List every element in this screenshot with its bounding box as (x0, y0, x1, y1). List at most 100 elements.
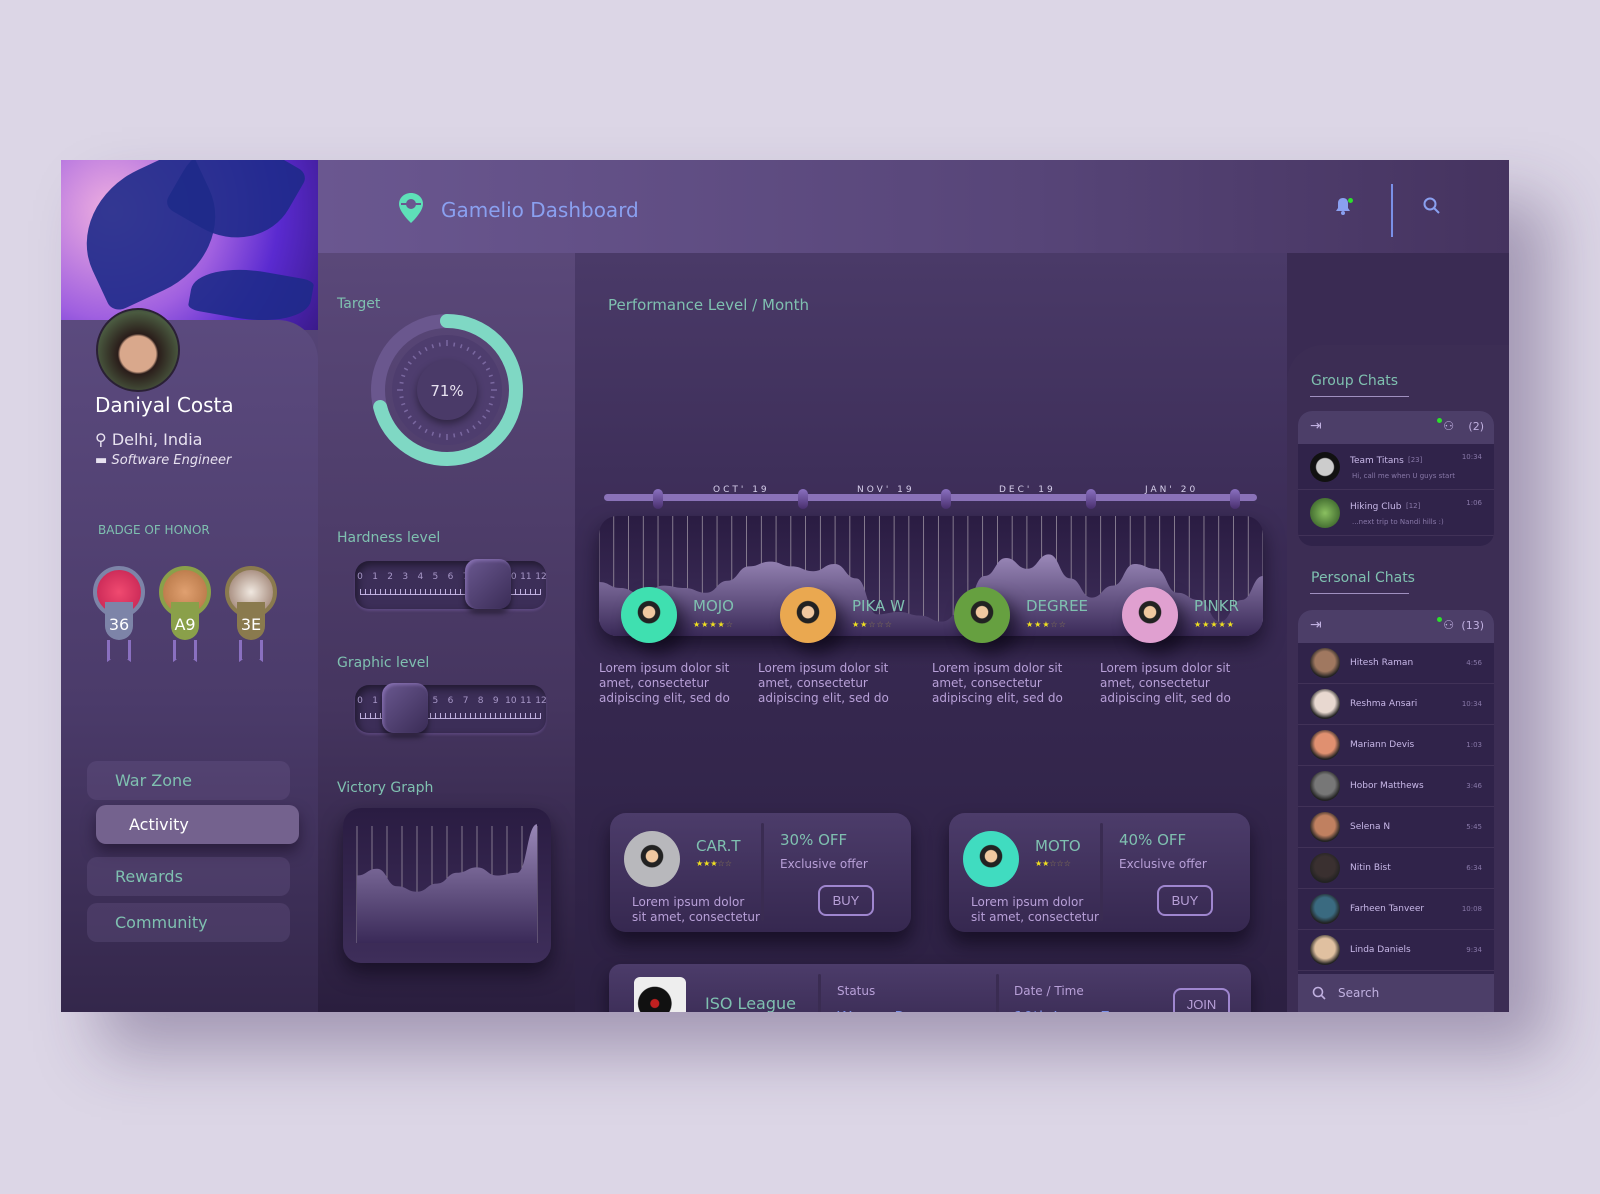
contact-avatar (1310, 935, 1340, 965)
ribbon-icon (173, 640, 197, 662)
group-avatar (1310, 452, 1340, 482)
dial-tick (453, 433, 456, 438)
character-description: Lorem ipsum dolor sit amet, consectetur (632, 895, 760, 924)
nav-item-community[interactable]: Community (87, 903, 290, 942)
personal-chat-item[interactable]: Reshma Ansari 10:34 (1298, 684, 1494, 725)
offer-card: MOTO ★★☆☆☆ Lorem ipsum dolor sit amet, con… (949, 813, 1250, 932)
group-chat-item[interactable]: Team Titans [23] Hi, call me when U guys s… (1298, 444, 1494, 490)
scale-number: 12 (535, 696, 547, 706)
star-icon: ☆ (725, 620, 734, 629)
badge[interactable]: 36 (93, 566, 145, 670)
nav-item-activity[interactable]: Activity (96, 805, 299, 844)
nav-item-war-zone[interactable]: War Zone (87, 761, 290, 800)
buy-button[interactable]: BUY (818, 885, 874, 916)
personal-chat-item[interactable]: Mariann Devis 1:03 (1298, 725, 1494, 766)
contact-name: Selena N (1350, 822, 1391, 832)
personal-chat-item[interactable]: Hitesh Raman 4:56 (1298, 643, 1494, 684)
hardness-slider[interactable]: 0123456789101112 (355, 559, 547, 609)
date-value: 10th Jan : 7am (1014, 1008, 1134, 1012)
timeline-handle[interactable] (1230, 489, 1240, 509)
character-card[interactable]: MOJO ★★★★☆ Lorem ipsum dolor sit amet, con… (599, 587, 781, 717)
contact-name: Hitesh Raman (1350, 658, 1414, 668)
slider-thumb[interactable] (465, 559, 512, 609)
badge[interactable]: A9 (159, 566, 211, 670)
character-description: Lorem ipsum dolor sit amet, consectetur (971, 895, 1099, 924)
group-chat-item[interactable]: Hiking Club [12] ...next trip to Nandi hil… (1298, 490, 1494, 536)
star-icon: ★ (1210, 620, 1219, 629)
group-chats-title: Group Chats (1311, 373, 1399, 389)
group-count: (2) (1468, 420, 1484, 433)
chat-search-input[interactable]: Search (1338, 986, 1379, 1000)
contact-avatar (1310, 812, 1340, 842)
collapse-icon[interactable]: ⇥ (1310, 617, 1322, 633)
online-dot (1437, 418, 1442, 423)
timeline-handle[interactable] (798, 489, 808, 509)
graphic-slider[interactable]: 0123456789101112 (355, 683, 547, 733)
star-icon: ☆ (868, 620, 877, 629)
chat-search[interactable]: Search (1298, 974, 1494, 1012)
timeline-bar[interactable] (604, 494, 1257, 501)
group-badge: [23] (1408, 456, 1423, 464)
personal-chat-item[interactable]: Nitin Bist 6:34 (1298, 848, 1494, 889)
character-card[interactable]: PIKA W ★★☆☆☆ Lorem ipsum dolor sit amet, c… (758, 587, 940, 717)
star-icon: ★ (1042, 620, 1051, 629)
nav-item-rewards[interactable]: Rewards (87, 857, 290, 896)
personal-chat-item[interactable]: Farheen Tanveer 10:08 (1298, 889, 1494, 930)
character-name: MOTO (1035, 837, 1081, 855)
contact-name: Mariann Devis (1350, 740, 1415, 750)
personal-chat-item[interactable]: Selena N 5:45 (1298, 807, 1494, 848)
dial-tick (438, 433, 441, 438)
divider (996, 974, 999, 1012)
ribbon-icon (239, 640, 263, 662)
personal-chat-item[interactable]: Linda Daniels 9:34 (1298, 930, 1494, 971)
month-label: OCT' 19 (713, 485, 770, 495)
badge-title: BADGE OF HONOR (98, 523, 210, 537)
buy-button[interactable]: BUY (1157, 885, 1213, 916)
cover-image (61, 160, 318, 330)
search-icon[interactable] (1423, 197, 1441, 215)
timeline-handle[interactable] (941, 489, 951, 509)
scale-number: 7 (462, 696, 469, 706)
contact-avatar (1310, 894, 1340, 924)
character-name: CAR.T (696, 837, 741, 855)
dashboard: Daniyal Costa ⚲ Delhi, India ▬ Software … (61, 160, 1509, 1012)
victory-label: Victory Graph (337, 780, 434, 796)
header: Gamelio Dashboard (318, 160, 1509, 253)
dial-tick (490, 396, 495, 399)
profile-name: Daniyal Costa (95, 393, 234, 417)
job-text: Software Engineer (111, 453, 232, 468)
group-badge: [12] (1406, 502, 1421, 510)
contact-name: Nitin Bist (1350, 863, 1391, 873)
badge[interactable]: 3E (225, 566, 277, 670)
header-divider (1391, 184, 1393, 237)
timeline-handle[interactable] (1086, 489, 1096, 509)
dial-tick (399, 396, 404, 399)
user-icon[interactable]: ⚇ (1443, 618, 1454, 632)
scale-number: 5 (432, 696, 439, 706)
character-card[interactable]: PINKR ★★★★★ Lorem ipsum dolor sit amet, co… (1100, 587, 1282, 717)
collapse-icon[interactable]: ⇥ (1310, 418, 1322, 434)
chat-time: 10:08 (1461, 905, 1482, 913)
scale-number: 5 (432, 572, 439, 582)
character-card[interactable]: DEGREE ★★★☆☆ Lorem ipsum dolor sit amet, c… (932, 587, 1114, 717)
scale-number: 6 (447, 696, 454, 706)
join-button[interactable]: JOIN (1173, 988, 1230, 1012)
add-user-icon[interactable]: ⚇ (1443, 419, 1454, 433)
star-rating: ★★★★☆ (693, 620, 734, 629)
contact-avatar (1310, 771, 1340, 801)
scale-number: 11 (520, 696, 532, 706)
character-name: PIKA W (852, 597, 905, 615)
profile-avatar[interactable] (96, 308, 180, 392)
slider-thumb[interactable] (382, 683, 429, 733)
timeline-handle[interactable] (653, 489, 663, 509)
chat-time: 6:34 (1466, 864, 1482, 872)
discount: 40% OFF (1119, 831, 1187, 849)
personal-chat-item[interactable]: Hobor Matthews 3:46 (1298, 766, 1494, 807)
chat-time: 3:46 (1466, 782, 1482, 790)
character-name: PINKR (1194, 597, 1239, 615)
scale-number: 1 (372, 696, 378, 706)
divider (1100, 823, 1103, 921)
group-message: Hi, call me when U guys start (1352, 472, 1455, 480)
profile-location: ⚲ Delhi, India (95, 430, 202, 449)
personal-chats-title: Personal Chats (1311, 570, 1415, 586)
